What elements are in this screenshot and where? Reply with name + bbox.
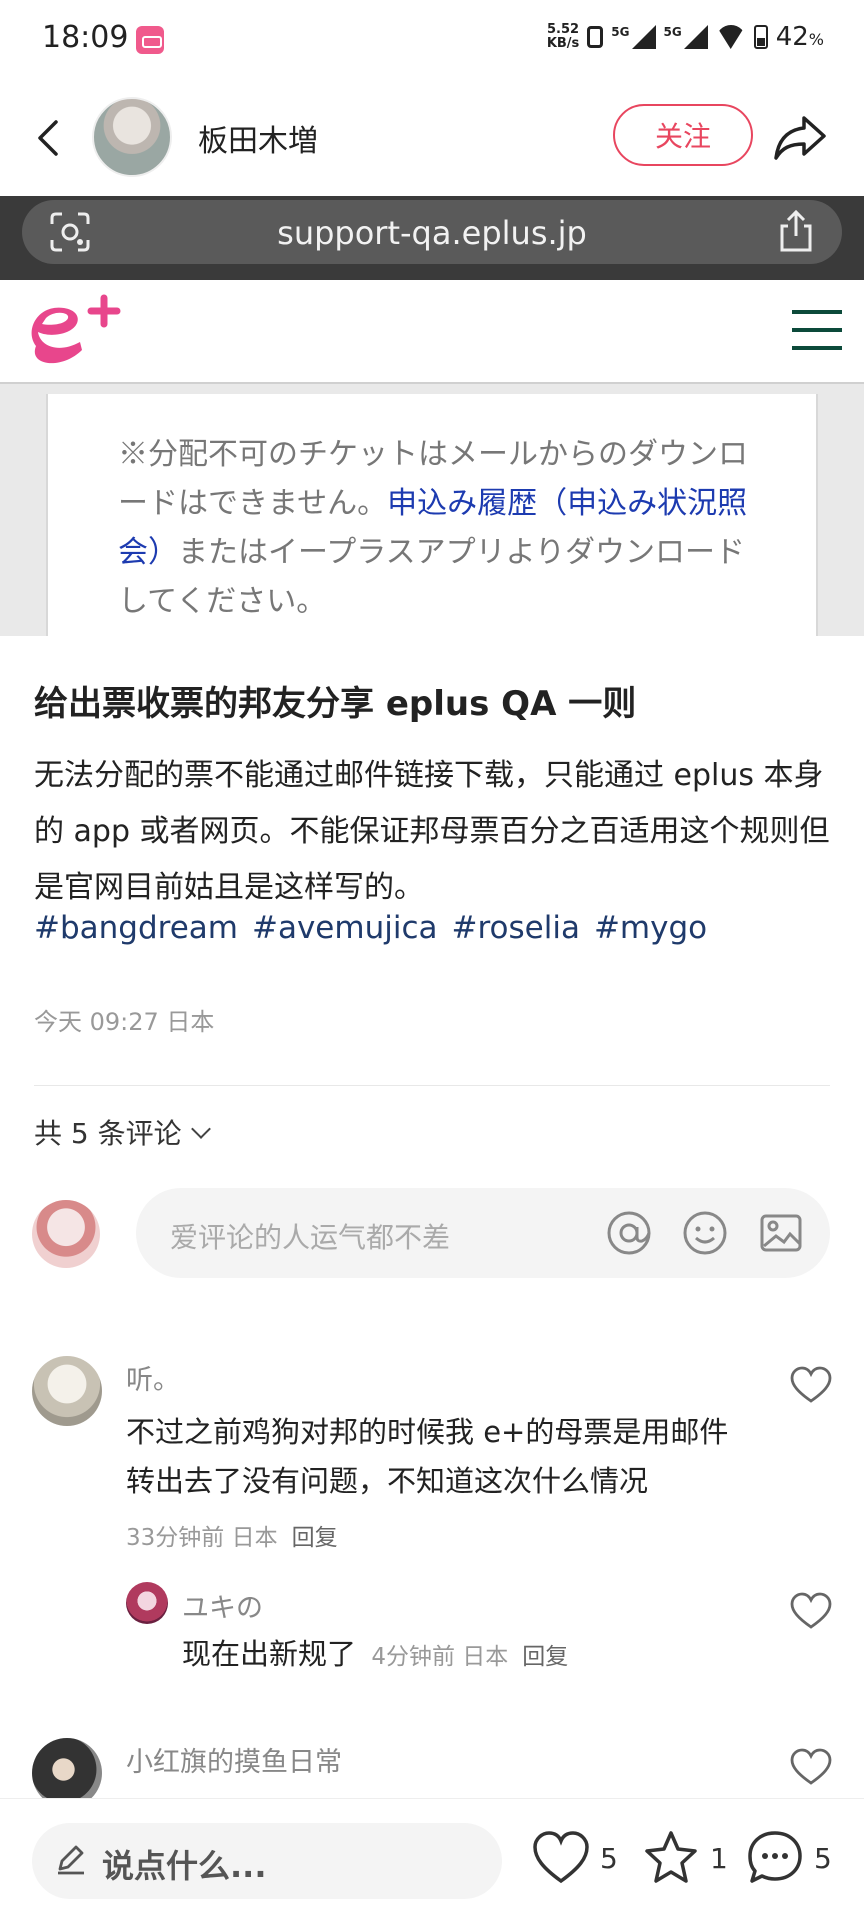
like-count: 5 — [600, 1841, 618, 1875]
wifi-icon — [716, 25, 746, 49]
commenter-name[interactable]: ユキの — [182, 1586, 263, 1625]
author-avatar[interactable] — [92, 97, 172, 177]
menu-icon — [792, 310, 842, 352]
comment-item: 听。 不过之前鸡狗对邦的时候我 e+的母票是用邮件转出去了没有问题，不知道这次什… — [0, 1354, 864, 1554]
star-icon — [645, 1831, 697, 1883]
post-body: 无法分配的票不能通过邮件链接下载，只能通过 eplus 本身的 app 或者网页… — [34, 758, 830, 905]
chevron-down-icon — [190, 1119, 211, 1139]
follow-button[interactable]: 关注 — [613, 104, 753, 166]
comment-action[interactable]: 5 — [746, 1829, 832, 1887]
commenter-avatar[interactable] — [126, 1582, 168, 1624]
collect-count: 1 — [710, 1841, 728, 1875]
share-icon[interactable] — [772, 112, 828, 162]
comment-input[interactable]: 爱评论的人运气都不差 — [136, 1188, 830, 1278]
comment-bubble-icon — [748, 1831, 802, 1883]
heart-icon[interactable] — [790, 1592, 832, 1630]
comment-line: 现在出新规了 4分钟前 日本 回复 — [182, 1637, 569, 1671]
battery-icon — [753, 25, 768, 49]
author-name[interactable]: 板田木増 — [198, 116, 318, 160]
site-notice-text: ※分配不可のチケットはメールからのダウンロードはできません。申込み履歴（申込み状… — [118, 437, 748, 619]
vibrate-icon — [587, 26, 604, 48]
my-avatar — [32, 1200, 100, 1268]
status-bar: 18:09 5.52 KB/s 5G 5G 42% — [0, 0, 864, 82]
say-something-input[interactable]: 说点什么... — [32, 1823, 502, 1899]
url-text: support-qa.eplus.jp — [277, 214, 587, 252]
url-pill: support-qa.eplus.jp — [22, 200, 842, 264]
hashtag[interactable]: #avemujica — [252, 910, 438, 946]
heart-icon[interactable] — [790, 1366, 832, 1404]
commenter-name[interactable]: 小红旗的摸鱼日常 — [126, 1740, 342, 1779]
comment-count: 5 — [814, 1841, 832, 1875]
post-header: 板田木増 关注 — [0, 92, 864, 182]
status-time: 18:09 — [42, 20, 129, 55]
comment-placeholder: 爱评论的人运气都不差 — [170, 1221, 451, 1254]
heart-icon — [533, 1831, 589, 1884]
hashtag[interactable]: #mygo — [594, 910, 707, 946]
upload-icon — [780, 209, 812, 252]
status-indicators: 5.52 KB/s 5G 5G 42% — [547, 22, 824, 52]
comment-text: 不过之前鸡狗对邦的时候我 e+的母票是用邮件转出去了没有问题，不知道这次什么情况 — [126, 1415, 729, 1498]
hashtag[interactable]: #roselia — [452, 910, 580, 946]
eplus-site-header — [0, 280, 864, 384]
network-speed: 5.52 KB/s — [546, 22, 580, 51]
eplus-logo-icon — [31, 294, 121, 364]
heart-icon[interactable] — [790, 1748, 832, 1786]
bottom-action-bar: 说点什么... 5 1 5 — [0, 1798, 864, 1920]
post-image[interactable]: support-qa.eplus.jp ※分配不可のチケットはメールからのダウン… — [0, 196, 864, 636]
commenter-name[interactable]: 听。 — [126, 1358, 180, 1397]
post-meta: 今天 09:27 日本 — [34, 1008, 215, 1036]
like-action[interactable]: 5 — [532, 1829, 618, 1887]
image-icon[interactable] — [758, 1210, 804, 1256]
pen-icon — [58, 1845, 84, 1875]
commenter-avatar[interactable] — [32, 1356, 102, 1426]
hashtags: #bangdream #avemujica #roselia #mygo — [34, 910, 834, 946]
hashtag[interactable]: #bangdream — [34, 910, 238, 946]
collect-action[interactable]: 1 — [642, 1829, 728, 1887]
emoji-icon[interactable] — [682, 1210, 728, 1256]
reply-button[interactable]: 回复 — [292, 1525, 338, 1551]
signal-2-icon: 5G — [664, 25, 708, 49]
comment-text: 现在出新规了 — [182, 1637, 357, 1671]
post-title: 给出票收票的邦友分享 eplus QA 一则 — [34, 684, 637, 724]
reply-button[interactable]: 回复 — [522, 1644, 568, 1670]
battery-percent: 42% — [775, 22, 824, 52]
comment-item: 小红旗的摸鱼日常 — [0, 1736, 864, 1808]
comment-reply-item: ユキの 现在出新规了 4分钟前 日本 回复 — [0, 1580, 864, 1680]
app-notification-icon — [136, 26, 164, 54]
signal-1-icon: 5G — [611, 25, 656, 49]
divider — [34, 1085, 830, 1086]
comment-meta: 33分钟前 日本 回复 — [126, 1525, 338, 1551]
back-arrow-icon[interactable] — [30, 116, 70, 160]
say-placeholder: 说点什么... — [102, 1847, 267, 1885]
browser-url-bar: support-qa.eplus.jp — [0, 196, 864, 280]
comment-count-toggle[interactable]: 共 5 条评论 — [34, 1112, 211, 1152]
mention-icon[interactable] — [606, 1210, 652, 1256]
